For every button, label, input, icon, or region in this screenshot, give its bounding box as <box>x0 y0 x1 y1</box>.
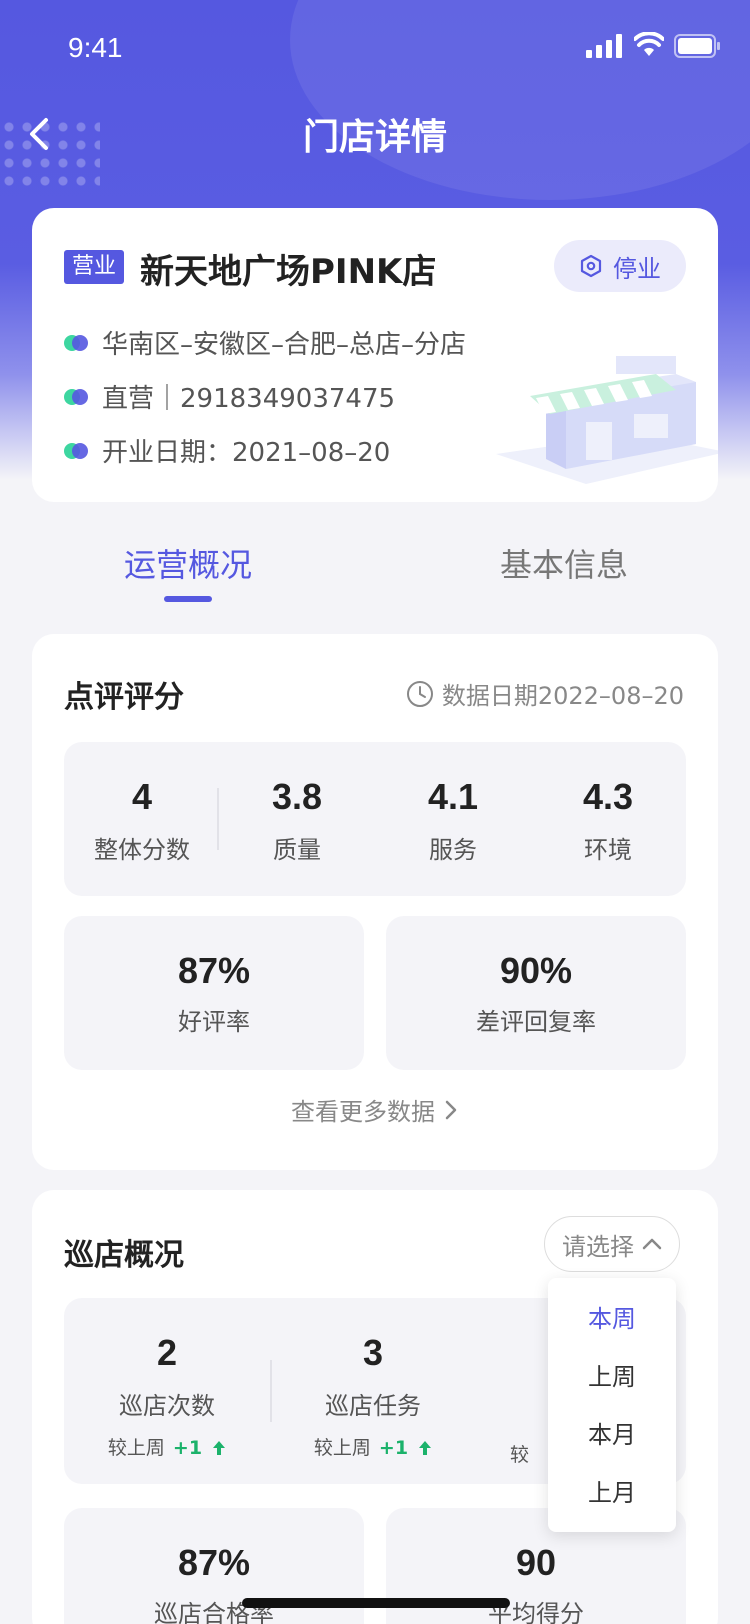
dropdown-option-last-month[interactable]: 上月 <box>548 1464 676 1522</box>
hexagon-icon <box>580 254 602 278</box>
delta-value: +1 <box>172 1437 203 1459</box>
storefront-illustration-icon <box>496 356 718 484</box>
patrol-task: 3 巡店任务 较上周 +1 <box>270 1332 476 1460</box>
clock-icon <box>406 680 433 707</box>
score-value: 4.3 <box>582 776 634 817</box>
suspend-business-label: 停业 <box>613 254 661 283</box>
patrol-section-title: 巡店概况 <box>64 1238 184 1273</box>
score-label: 整体分数 <box>94 836 190 864</box>
patrol-pass-rate-value: 87% <box>177 1542 251 1583</box>
negative-reply-rate-label: 差评回复率 <box>476 1008 596 1036</box>
compare-label: 较上周 <box>107 1437 165 1459</box>
period-select[interactable]: 请选择 <box>544 1216 680 1272</box>
negative-reply-rate-box: 90% 差评回复率 <box>386 916 686 1070</box>
compare-label: 较上周 <box>313 1437 371 1459</box>
view-more-data-link[interactable]: 查看更多数据 <box>32 1092 718 1127</box>
review-score-panel: 点评评分 数据日期2022–08–20 4 整体分数 3.8 质量 4.1 服务… <box>32 634 718 1170</box>
store-open-date: 开业日期：2021–08–20 <box>102 438 391 468</box>
score-value: 4 <box>131 776 153 817</box>
store-region: 华南区–安徽区–合肥–总店–分店 <box>102 330 467 360</box>
arrow-up-icon <box>419 1441 432 1455</box>
store-type-code: 直营｜2918349037475 <box>102 384 396 414</box>
data-date-text: 数据日期2022–08–20 <box>441 682 684 710</box>
store-card: 营业 新天地广场PINK店 停业 华南区–安徽区–合肥–总店–分店 直营｜291… <box>32 208 718 502</box>
bullet-icon <box>64 442 88 459</box>
patrol-task-compare: 较上周 +1 <box>270 1433 476 1460</box>
home-indicator <box>242 1598 510 1608</box>
battery-icon <box>674 34 720 58</box>
cellular-signal-icon <box>586 34 622 58</box>
dropdown-option-last-week[interactable]: 上周 <box>548 1348 676 1406</box>
tab-active-indicator <box>164 596 212 602</box>
store-region-row: 华南区–安徽区–合肥–总店–分店 <box>64 324 466 361</box>
wifi-icon <box>634 32 664 56</box>
patrol-count-label: 巡店次数 <box>119 1392 215 1420</box>
score-label: 质量 <box>273 836 321 864</box>
dropdown-option-this-week[interactable]: 本周 <box>548 1290 676 1348</box>
review-section-title: 点评评分 <box>64 680 184 715</box>
delta-value: +1 <box>378 1437 409 1459</box>
tab-basic-info[interactable]: 基本信息 <box>500 540 628 586</box>
positive-rate-box: 87% 好评率 <box>64 916 364 1070</box>
average-score-value: 90 <box>515 1542 557 1583</box>
score-environment: 4.3 环境 <box>530 776 686 865</box>
compare-label: 较 <box>510 1444 530 1466</box>
page-title: 门店详情 <box>302 117 447 158</box>
tab-operations-overview[interactable]: 运营概况 <box>124 540 252 586</box>
tab-bar: 运营概况 基本信息 <box>0 530 750 610</box>
score-overall: 4 整体分数 <box>64 776 220 865</box>
patrol-count: 2 巡店次数 较上周 +1 <box>64 1332 270 1460</box>
suspend-business-button[interactable]: 停业 <box>554 240 686 292</box>
patrol-count-compare: 较上周 +1 <box>64 1433 270 1460</box>
patrol-task-label: 巡店任务 <box>325 1392 421 1420</box>
score-quality: 3.8 质量 <box>219 776 375 865</box>
status-bar: 9:41 <box>0 0 750 90</box>
chevron-right-icon <box>445 1100 457 1119</box>
chevron-up-icon <box>642 1238 662 1250</box>
bullet-icon <box>64 388 88 405</box>
status-badge: 营业 <box>64 250 125 284</box>
arrow-up-icon <box>213 1441 226 1455</box>
dropdown-option-this-month[interactable]: 本月 <box>548 1406 676 1464</box>
score-service: 4.1 服务 <box>375 776 531 865</box>
data-date: 数据日期2022–08–20 <box>406 676 684 711</box>
score-summary-box: 4 整体分数 3.8 质量 4.1 服务 4.3 环境 <box>64 742 686 896</box>
store-type-row: 直营｜2918349037475 <box>64 378 395 415</box>
store-name: 新天地广场PINK店 <box>140 252 437 292</box>
score-label: 服务 <box>429 836 477 864</box>
positive-rate-value: 87% <box>177 950 251 991</box>
patrol-count-value: 2 <box>156 1332 178 1373</box>
view-more-data-label: 查看更多数据 <box>291 1098 435 1126</box>
positive-rate-label: 好评率 <box>178 1008 250 1036</box>
period-select-label: 请选择 <box>562 1232 634 1261</box>
score-value: 4.1 <box>427 776 479 817</box>
patrol-task-value: 3 <box>362 1332 384 1373</box>
negative-reply-rate-value: 90% <box>499 950 573 991</box>
store-open-date-row: 开业日期：2021–08–20 <box>64 432 390 469</box>
score-value: 3.8 <box>271 776 323 817</box>
patrol-third-compare: 较 <box>510 1440 529 1467</box>
bullet-icon <box>64 334 88 351</box>
period-dropdown-menu: 本周 上周 本月 上月 <box>548 1278 676 1532</box>
status-time: 9:41 <box>68 32 123 63</box>
score-label: 环境 <box>584 836 632 864</box>
